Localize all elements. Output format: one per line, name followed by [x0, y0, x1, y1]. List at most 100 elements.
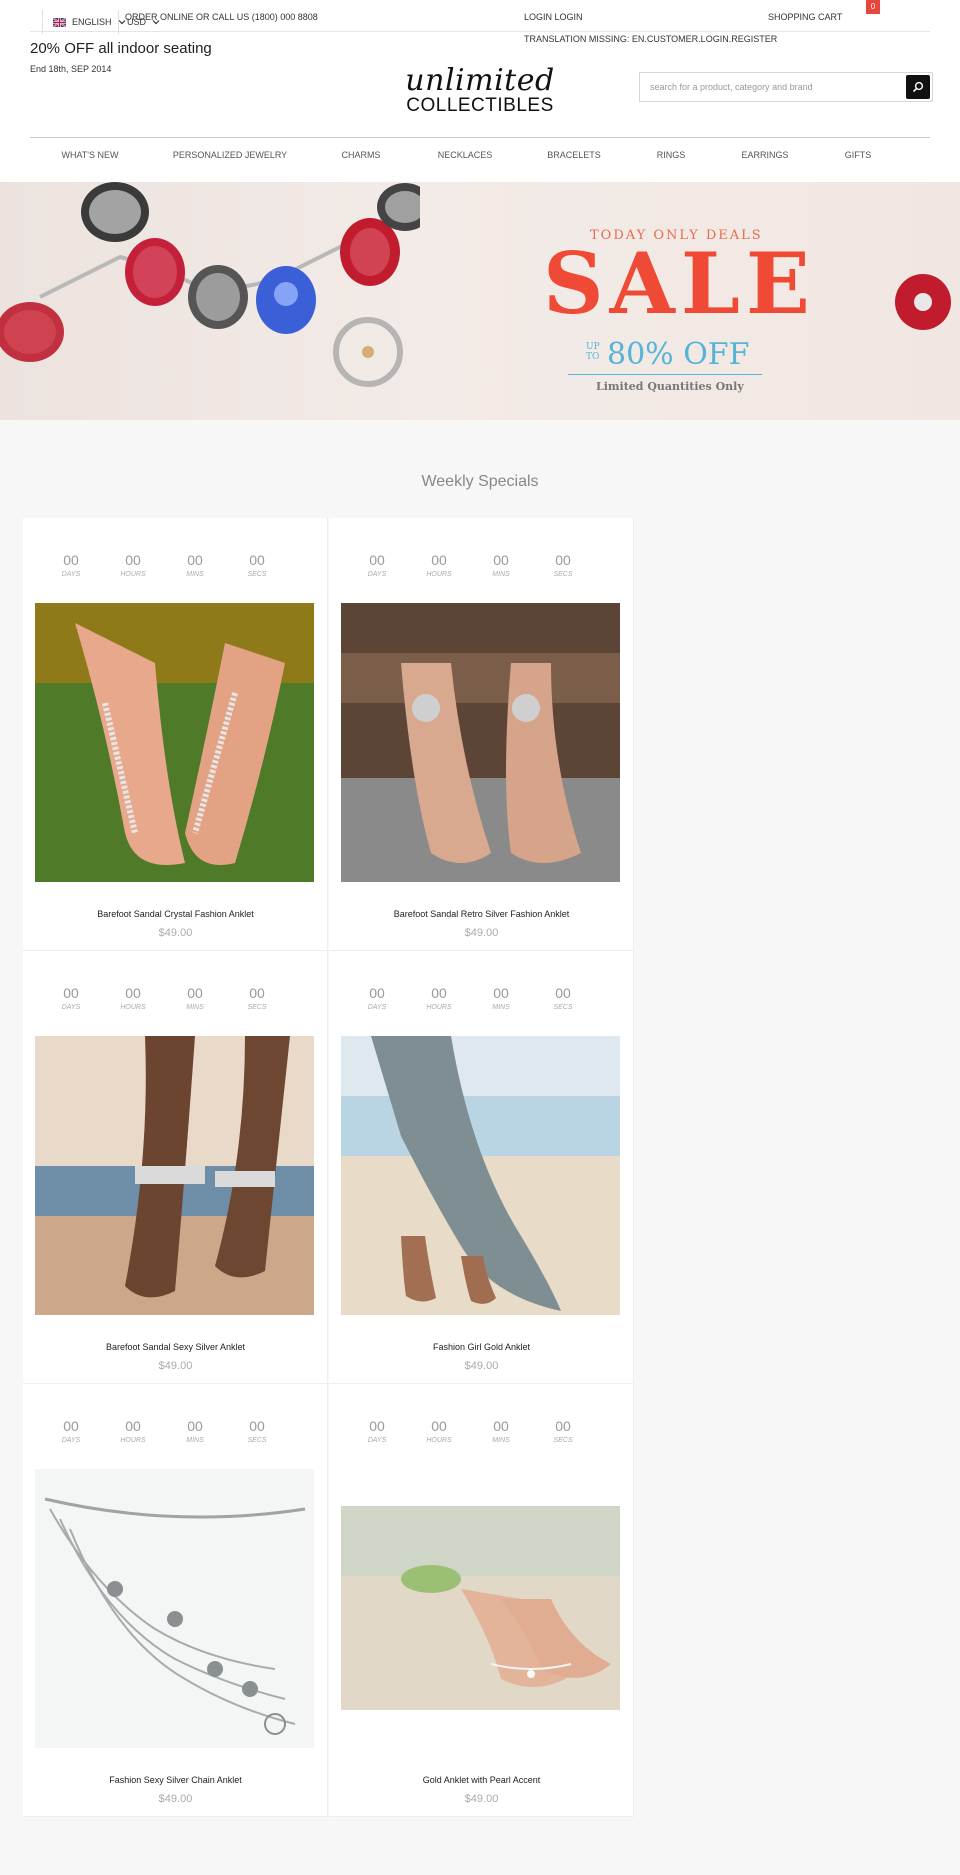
- countdown-label: SECS: [553, 1004, 573, 1011]
- product-name[interactable]: Fashion Sexy Silver Chain Anklet: [23, 1775, 328, 1785]
- search-button[interactable]: [906, 75, 930, 99]
- product-name[interactable]: Barefoot Sandal Sexy Silver Anklet: [23, 1342, 328, 1352]
- countdown-timer: 00 DAYS 00 HOURS 00 MINS 00 SECS: [357, 1418, 605, 1448]
- countdown-secs: 00: [249, 552, 265, 568]
- countdown-timer: 00 DAYS 00 HOURS 00 MINS 00 SECS: [51, 552, 299, 582]
- countdown-hours: 00: [431, 1418, 447, 1434]
- product-image[interactable]: [35, 603, 314, 882]
- banner-divider: [568, 374, 762, 375]
- nav-item-rings[interactable]: RINGS: [657, 150, 686, 160]
- site-header: ENGLISH USD ORDER ONLINE OR CALL US (180…: [0, 0, 960, 182]
- countdown-days: 00: [369, 1418, 385, 1434]
- weekly-specials-title: Weekly Specials: [421, 473, 539, 490]
- nav-item-personalized-jewelry[interactable]: PERSONALIZED JEWELRY: [173, 150, 287, 160]
- limited-quantities-text: Limited Quantities Only: [596, 380, 744, 393]
- countdown-label: SECS: [247, 1004, 267, 1011]
- logo-script-text: unlimited: [405, 63, 555, 98]
- countdown-label: HOURS: [426, 1437, 452, 1444]
- product-price: $49.00: [464, 927, 499, 939]
- countdown-mins: 00: [187, 552, 203, 568]
- countdown-hours: 00: [431, 552, 447, 568]
- countdown-days: 00: [63, 985, 79, 1001]
- nav-item-earrings[interactable]: EARRINGS: [741, 150, 788, 160]
- countdown-label: MINS: [186, 571, 204, 578]
- search-box: [639, 72, 933, 102]
- product-image[interactable]: [341, 1469, 620, 1748]
- countdown-secs: 00: [555, 985, 571, 1001]
- countdown-label: DAYS: [367, 1437, 387, 1444]
- upto-text: UP TO: [586, 342, 600, 362]
- countdown-label: HOURS: [120, 1437, 146, 1444]
- countdown-hours: 00: [125, 985, 141, 1001]
- main-nav: WHAT'S NEW PERSONALIZED JEWELRY CHARMS N…: [30, 137, 930, 173]
- promo-date: End 18th, SEP 2014: [30, 64, 112, 74]
- product-image[interactable]: [341, 1036, 620, 1315]
- product-image[interactable]: [35, 1469, 314, 1748]
- countdown-mins: 00: [187, 1418, 203, 1434]
- countdown-timer: 00 DAYS 00 HOURS 00 MINS 00 SECS: [357, 552, 605, 582]
- nav-item-necklaces[interactable]: NECKLACES: [438, 150, 493, 160]
- product-card[interactable]: 00 DAYS 00 HOURS 00 MINS 00 SECS Barefoot Sa…: [329, 518, 634, 951]
- product-card[interactable]: 00 DAYS 00 HOURS 00 MINS 00 SECS Fashion Sex…: [23, 1384, 328, 1817]
- countdown-mins: 00: [187, 985, 203, 1001]
- countdown-label: DAYS: [367, 571, 387, 578]
- product-name[interactable]: Barefoot Sandal Retro Silver Fashion Ank…: [329, 909, 634, 919]
- countdown-days: 00: [63, 552, 79, 568]
- countdown-label: HOURS: [120, 1004, 146, 1011]
- countdown-secs: 00: [249, 1418, 265, 1434]
- countdown-days: 00: [369, 552, 385, 568]
- countdown-timer: 00 DAYS 00 HOURS 00 MINS 00 SECS: [357, 985, 605, 1015]
- countdown-mins: 00: [493, 1418, 509, 1434]
- register-link[interactable]: TRANSLATION MISSING: EN.CUSTOMER.LOGIN.R…: [524, 34, 777, 44]
- countdown-label: HOURS: [426, 1004, 452, 1011]
- countdown-mins: 00: [493, 985, 509, 1001]
- countdown-secs: 00: [555, 1418, 571, 1434]
- countdown-timer: 00 DAYS 00 HOURS 00 MINS 00 SECS: [51, 985, 299, 1015]
- product-name[interactable]: Barefoot Sandal Crystal Fashion Anklet: [23, 909, 328, 919]
- flower-charm-image: [895, 274, 951, 330]
- upto-line-2: TO: [586, 352, 600, 362]
- cart-count-badge: 0: [866, 0, 880, 14]
- product-price: $49.00: [158, 1793, 193, 1805]
- product-price: $49.00: [158, 1360, 193, 1372]
- product-price: $49.00: [464, 1360, 499, 1372]
- sale-text: SALE: [543, 234, 816, 333]
- countdown-label: MINS: [186, 1437, 204, 1444]
- nav-item-gifts[interactable]: GIFTS: [845, 150, 872, 160]
- product-card[interactable]: 00 DAYS 00 HOURS 00 MINS 00 SECS Barefoot Sa…: [23, 951, 328, 1384]
- product-name[interactable]: Gold Anklet with Pearl Accent: [329, 1775, 634, 1785]
- shopping-cart-link[interactable]: SHOPPING CART: [768, 12, 842, 22]
- product-card[interactable]: 00 DAYS 00 HOURS 00 MINS 00 SECS Barefoot Sa…: [23, 518, 328, 951]
- sale-banner[interactable]: TODAY ONLY DEALS SALE UP TO 80% OFF Limi…: [0, 182, 960, 420]
- countdown-label: MINS: [492, 1437, 510, 1444]
- nav-item-charms[interactable]: CHARMS: [341, 150, 380, 160]
- charm-bracelet-image: [0, 182, 420, 387]
- language-selector[interactable]: ENGLISH: [42, 10, 126, 34]
- countdown-timer: 00 DAYS 00 HOURS 00 MINS 00 SECS: [51, 1418, 299, 1448]
- countdown-mins: 00: [493, 552, 509, 568]
- order-phone-text: ORDER ONLINE OR CALL US (1800) 000 8808: [125, 12, 318, 22]
- nav-item-whats-new[interactable]: WHAT'S NEW: [61, 150, 118, 160]
- product-image[interactable]: [35, 1036, 314, 1315]
- countdown-label: MINS: [186, 1004, 204, 1011]
- product-card[interactable]: 00 DAYS 00 HOURS 00 MINS 00 SECS Gold Anklet…: [329, 1384, 634, 1817]
- countdown-label: DAYS: [61, 1004, 81, 1011]
- product-price: $49.00: [464, 1793, 499, 1805]
- site-logo[interactable]: unlimited COLLECTIBLES: [405, 66, 555, 126]
- product-price: $49.00: [158, 927, 193, 939]
- countdown-hours: 00: [125, 1418, 141, 1434]
- countdown-secs: 00: [555, 552, 571, 568]
- countdown-label: MINS: [492, 571, 510, 578]
- login-link[interactable]: LOGIN LOGIN: [524, 12, 583, 22]
- countdown-hours: 00: [125, 552, 141, 568]
- uk-flag-icon: [53, 17, 66, 27]
- upto-line-1: UP: [586, 342, 600, 352]
- product-name[interactable]: Fashion Girl Gold Anklet: [329, 1342, 634, 1352]
- search-input[interactable]: [640, 73, 902, 101]
- product-card[interactable]: 00 DAYS 00 HOURS 00 MINS 00 SECS Fashion Gir…: [329, 951, 634, 1384]
- logo-caps-text: COLLECTIBLES: [406, 95, 554, 116]
- countdown-hours: 00: [431, 985, 447, 1001]
- nav-item-bracelets[interactable]: BRACELETS: [547, 150, 601, 160]
- product-image[interactable]: [341, 603, 620, 882]
- countdown-label: SECS: [247, 1437, 267, 1444]
